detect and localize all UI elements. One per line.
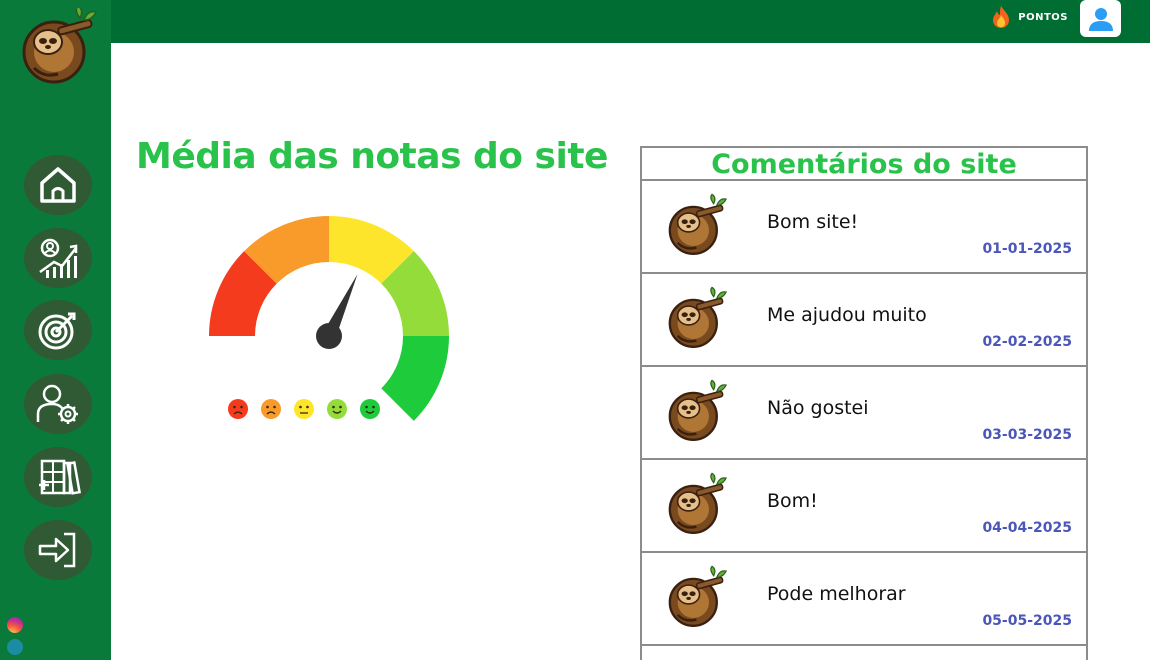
- user-settings-icon: [36, 384, 78, 424]
- comment-date: 02-02-2025: [982, 334, 1072, 350]
- comment-date: 05-05-2025: [982, 613, 1072, 629]
- comment-date: 01-01-2025: [982, 241, 1072, 257]
- comment-date: 03-03-2025: [982, 427, 1072, 443]
- nav-user-settings-button[interactable]: [24, 374, 92, 434]
- user-icon: [1088, 7, 1113, 31]
- comment-item: Pode melhorar 05-05-2025: [642, 553, 1086, 646]
- comment-date: 04-04-2025: [982, 520, 1072, 536]
- comment-text: Bom site!: [767, 211, 859, 233]
- comments-panel: Comentários do site Bom site! 01-01-2025 M…: [640, 146, 1088, 660]
- comment-item: Não gostei 03-03-2025: [642, 367, 1086, 460]
- user-profile-button[interactable]: [1080, 0, 1121, 37]
- rating-gauge: [209, 216, 449, 421]
- rating-face-icon: [228, 399, 248, 419]
- sloth-avatar-icon: [668, 286, 728, 348]
- logout-icon: [38, 532, 76, 568]
- phone-icon[interactable]: [7, 639, 23, 655]
- nav-goals-button[interactable]: [24, 300, 92, 360]
- target-icon: [38, 312, 76, 350]
- gauge-needle: [316, 274, 358, 349]
- gauge-segment: [381, 336, 449, 421]
- nav-progress-button[interactable]: [24, 228, 92, 288]
- comment-text: Não gostei: [767, 397, 869, 419]
- comment-item: Me ajudou muito 02-02-2025: [642, 274, 1086, 367]
- rating-face-icon: [327, 399, 347, 419]
- comment-text: Pode melhorar: [767, 583, 906, 605]
- sloth-logo[interactable]: [14, 8, 106, 90]
- rating-face-icon: [294, 399, 314, 419]
- top-bar: [0, 0, 1150, 43]
- sloth-avatar-icon: [668, 379, 728, 441]
- comments-title: Comentários do site: [642, 148, 1086, 181]
- rating-title: Média das notas do site: [136, 136, 608, 177]
- sloth-avatar-icon: [668, 565, 728, 628]
- points-display: PONTOS: [990, 2, 1068, 32]
- instagram-icon[interactable]: [7, 617, 23, 633]
- points-label: PONTOS: [1018, 11, 1068, 23]
- gauge-arcs: [209, 216, 449, 421]
- calculator-books-icon: [39, 459, 81, 495]
- comment-text: Me ajudou muito: [767, 304, 927, 326]
- rating-face-icon: [261, 399, 281, 419]
- nav-logout-button[interactable]: [24, 520, 92, 580]
- sloth-avatar-icon: [668, 193, 728, 255]
- comment-list: Bom site! 01-01-2025 Me ajudou muito 02-02-…: [642, 181, 1086, 646]
- home-icon: [40, 167, 76, 203]
- comment-item: Bom! 04-04-2025: [642, 460, 1086, 553]
- nav-home-button[interactable]: [24, 155, 92, 215]
- comment-text: Bom!: [767, 490, 818, 512]
- comment-item: Bom site! 01-01-2025: [642, 181, 1086, 274]
- sloth-avatar-icon: [668, 472, 728, 535]
- rating-face-icon: [360, 399, 380, 419]
- user-progress-icon: [39, 238, 78, 278]
- rating-faces: [228, 399, 380, 419]
- nav-study-button[interactable]: [24, 447, 92, 507]
- fire-icon: [993, 6, 1010, 28]
